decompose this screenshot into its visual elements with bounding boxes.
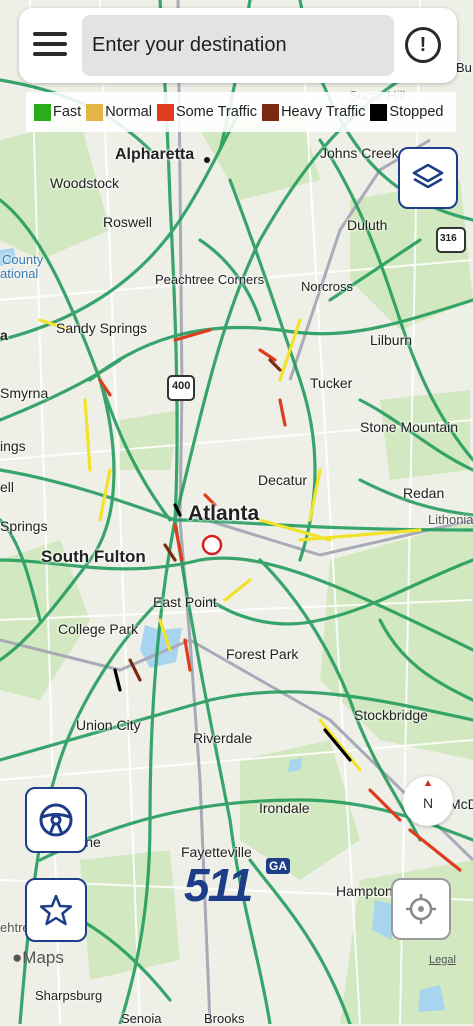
drive-mode-button[interactable]: [25, 787, 87, 853]
legend-item-fast: Fast: [34, 103, 82, 121]
legend-item-some-traffic: Some Traffic: [156, 103, 258, 121]
map-label-national: ational: [0, 266, 39, 281]
map-label-redan: Redan: [403, 485, 445, 501]
map-label-union-city: Union City: [76, 717, 141, 733]
layers-button[interactable]: [398, 147, 458, 209]
map-label-county: County: [2, 252, 44, 267]
map-label-stockbridge: Stockbridge: [354, 707, 428, 723]
map-label-irondale: Irondale: [259, 800, 310, 816]
legend-swatch-fast: [34, 103, 51, 121]
legend-label-fast: Fast: [53, 104, 82, 120]
map-label-sandy-springs: Sandy Springs: [56, 320, 148, 336]
map-label-sharpsburg: Sharpsburg: [35, 988, 103, 1003]
map-label-ell: ell: [0, 479, 15, 495]
map-label-lithonia: Lithonia: [428, 512, 473, 527]
map-label-woodstock: Woodstock: [50, 175, 119, 191]
legend-item-normal: Normal: [86, 103, 152, 121]
511-logo-badge: GA: [266, 858, 290, 874]
layers-icon: [412, 163, 444, 189]
map-label-tucker: Tucker: [310, 375, 353, 391]
legend-swatch-heavy-traffic: [262, 103, 280, 121]
i316-shield-label: 316: [440, 233, 457, 244]
compass-label: N: [422, 795, 434, 811]
map-label-springs: Springs: [0, 518, 48, 534]
map-label-college-park: College Park: [58, 621, 139, 637]
map-label-buford-edge: Bu: [456, 60, 472, 75]
traffic-legend: Fast Normal Some Traffic Heavy Traffic S…: [26, 92, 456, 132]
map-label-hampton: Hampton: [336, 883, 393, 899]
map-label-riverdale: Riverdale: [193, 730, 253, 746]
map-label-duluth: Duluth: [347, 217, 388, 233]
city-dot: [204, 157, 210, 163]
destination-search-input[interactable]: [82, 15, 394, 76]
steering-wheel-icon: [39, 803, 73, 837]
menu-icon[interactable]: [33, 28, 69, 62]
map-label-alpharetta: Alpharetta: [115, 146, 195, 163]
legend-label-stopped: Stopped: [389, 104, 444, 120]
map-label-peachtree-corners: Peachtree Corners: [155, 272, 265, 287]
search-bar: !: [19, 8, 457, 83]
location-pin-icon[interactable]: [201, 534, 223, 556]
crosshair-icon: [406, 894, 436, 924]
maps-attribution-label: Maps: [22, 948, 64, 967]
map-label-norcross: Norcross: [301, 279, 354, 294]
legend-item-stopped: Stopped: [370, 103, 444, 121]
compass[interactable]: N: [403, 776, 453, 826]
map-label-johns-creek: Johns Creek: [320, 145, 399, 161]
legend-label-heavy-traffic: Heavy Traffic: [281, 104, 366, 120]
locate-me-button[interactable]: [391, 878, 451, 940]
map-label-east-point: East Point: [153, 594, 217, 610]
map-label-south-fulton: South Fulton: [41, 547, 146, 566]
map-label-decatur: Decatur: [258, 472, 308, 488]
map-label-smyrna: Smyrna: [0, 385, 49, 401]
star-icon: [39, 894, 73, 926]
i400-shield-label: 400: [172, 380, 191, 392]
maps-attribution: ●Maps: [12, 948, 64, 968]
alert-icon[interactable]: !: [405, 27, 441, 63]
legend-label-normal: Normal: [105, 104, 152, 120]
map-label-forest-park: Forest Park: [226, 646, 299, 662]
map-label-stone-mountain: Stone Mountain: [360, 419, 459, 435]
map-label-roswell: Roswell: [103, 214, 153, 230]
favorites-button[interactable]: [25, 878, 87, 942]
legend-label-some-traffic: Some Traffic: [175, 104, 258, 120]
legal-link[interactable]: Legal: [429, 954, 456, 966]
legend-swatch-some-traffic: [156, 103, 174, 121]
map-label-a-left: a: [0, 327, 8, 343]
map-label-lilburn: Lilburn: [370, 332, 413, 348]
legend-item-heavy-traffic: Heavy Traffic: [262, 103, 366, 121]
legend-swatch-stopped: [370, 103, 388, 121]
map-label-ings: ings: [0, 438, 26, 454]
legend-swatch-normal: [86, 103, 104, 121]
apple-icon: ●: [12, 948, 23, 967]
map-label-atlanta: Atlanta: [188, 502, 260, 525]
511-logo: 511: [184, 859, 253, 911]
